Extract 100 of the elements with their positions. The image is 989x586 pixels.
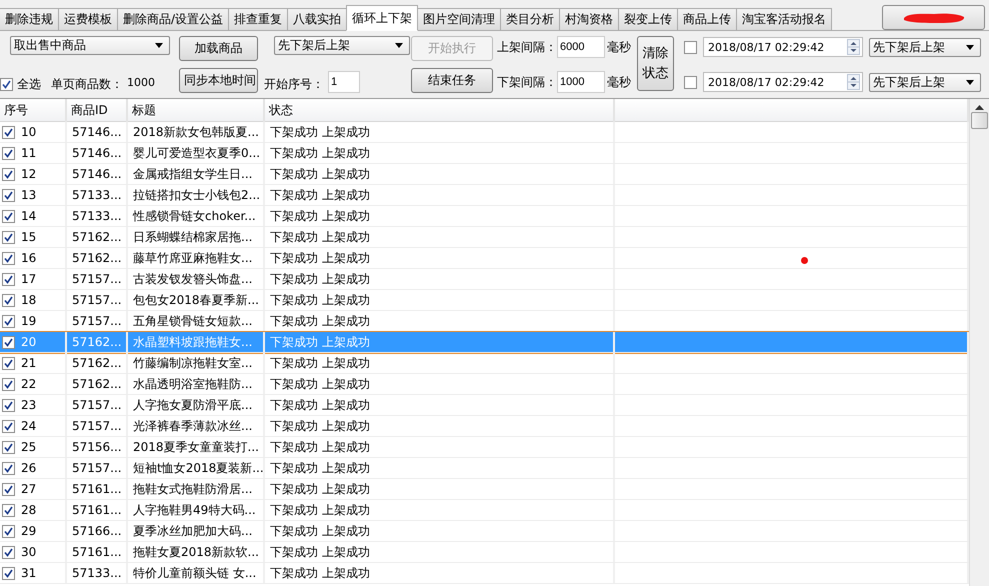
table-cell: 57133... bbox=[72, 188, 122, 202]
checkbox[interactable] bbox=[2, 566, 15, 580]
table-row[interactable]: 16 57162... 藤草竹席亚麻拖鞋女... 下架成功 上架成功 bbox=[0, 248, 969, 269]
table-cell: 拉链搭扣女士小钱包2... bbox=[133, 186, 260, 204]
table-row[interactable]: 23 57157... 人字拖女夏防滑平底... 下架成功 上架成功 bbox=[0, 395, 969, 416]
checkbox[interactable] bbox=[2, 356, 15, 370]
tab[interactable]: 裂变上传 bbox=[618, 8, 678, 30]
dropdown[interactable]: 先下架后上架 bbox=[869, 72, 981, 92]
field-label: 下架间隔： bbox=[497, 74, 557, 90]
tab[interactable]: 商品上传 bbox=[677, 8, 738, 30]
tab[interactable]: 八载实拍 bbox=[287, 8, 348, 30]
table-cell: 下架成功 上架成功 bbox=[270, 544, 370, 560]
checkbox[interactable] bbox=[2, 252, 15, 264]
scroll-thumb[interactable] bbox=[971, 112, 988, 129]
tab[interactable]: 循环上下架 bbox=[346, 5, 418, 31]
checkbox[interactable] bbox=[2, 440, 15, 454]
table-row[interactable]: 15 57162... 日系蝴蝶结棉家居拖... 下架成功 上架成功 bbox=[0, 227, 969, 248]
table-row[interactable]: 31 57133... 特价儿童前额头链 女... 下架成功 上架成功 bbox=[0, 563, 969, 584]
datetime-field[interactable]: 2018/08/17 02:29:42 bbox=[703, 72, 863, 92]
table-row[interactable]: 29 57166... 夏季冰丝加肥加大码... 下架成功 上架成功 bbox=[0, 521, 969, 542]
sync-time-button[interactable]: 同步本地时间 bbox=[179, 68, 258, 93]
tab[interactable]: 村淘资格 bbox=[559, 8, 620, 30]
interval-field[interactable]: 1000 bbox=[557, 71, 605, 93]
table-row[interactable]: 22 57162... 水晶透明浴室拖鞋防... 下架成功 上架成功 bbox=[0, 374, 969, 395]
checkbox[interactable] bbox=[2, 420, 15, 432]
checkbox[interactable] bbox=[2, 314, 15, 328]
stop-button[interactable]: 结束任务 bbox=[411, 68, 493, 93]
checkbox[interactable] bbox=[2, 188, 15, 202]
checkbox[interactable] bbox=[2, 336, 15, 348]
table-cell: 13 bbox=[21, 188, 36, 202]
table-row[interactable]: 10 57146... 2018新款女包韩版夏... 下架成功 上架成功 bbox=[0, 122, 969, 143]
checkbox[interactable] bbox=[2, 272, 15, 286]
table-cell: 57166... bbox=[72, 524, 122, 538]
table-cell: 17 bbox=[21, 272, 36, 286]
interval-field[interactable]: 6000 bbox=[557, 36, 605, 58]
table-cell: 婴儿可爱造型衣夏季0... bbox=[133, 144, 260, 162]
table-cell: 24 bbox=[21, 419, 36, 433]
tab[interactable]: 删除违规 bbox=[0, 8, 59, 30]
checkbox[interactable] bbox=[2, 482, 15, 496]
clear-status-button[interactable]: 清除状态 bbox=[637, 36, 674, 91]
table-row[interactable]: 18 57157... 包包女2018春夏季新... 下架成功 上架成功 bbox=[0, 290, 969, 311]
checkbox-label: 全选 bbox=[17, 76, 41, 93]
checkbox[interactable] bbox=[684, 76, 697, 88]
checkbox[interactable] bbox=[2, 504, 15, 516]
table-cell: 下架成功 上架成功 bbox=[270, 144, 370, 162]
checkbox[interactable] bbox=[2, 146, 15, 160]
checkbox[interactable] bbox=[2, 294, 15, 306]
table-cell: 下架成功 上架成功 bbox=[270, 564, 370, 582]
checkbox[interactable] bbox=[2, 378, 15, 390]
table-cell: 57162... bbox=[72, 377, 122, 391]
table-cell: 57146... bbox=[72, 146, 122, 160]
table-row[interactable]: 21 57162... 竹藤编制凉拖鞋女室... 下架成功 上架成功 bbox=[0, 353, 969, 374]
table-cell: 2018夏季女童童装打... bbox=[133, 438, 259, 456]
table-row[interactable]: 24 57157... 光泽裤春季薄款冰丝... 下架成功 上架成功 bbox=[0, 416, 969, 437]
column-header[interactable]: 标题 bbox=[128, 99, 265, 122]
table-cell: 30 bbox=[21, 545, 36, 559]
table-cell: 20 bbox=[21, 335, 36, 349]
table-row[interactable]: 25 57156... 2018夏季女童童装打... 下架成功 上架成功 bbox=[0, 437, 969, 458]
checkbox[interactable] bbox=[2, 230, 15, 244]
datetime-field[interactable]: 2018/08/17 02:29:42 bbox=[703, 37, 863, 57]
table-row[interactable]: 13 57133... 拉链搭扣女士小钱包2... 下架成功 上架成功 bbox=[0, 185, 969, 206]
table-cell: 下架成功 上架成功 bbox=[270, 522, 370, 540]
checkbox[interactable] bbox=[2, 524, 15, 538]
field-label: 开始序号： bbox=[264, 76, 324, 92]
column-header[interactable]: 商品ID bbox=[67, 99, 128, 122]
checkbox[interactable] bbox=[2, 546, 15, 558]
table-row[interactable]: 26 57157... 短袖t恤女2018夏装新... 下架成功 上架成功 bbox=[0, 458, 969, 479]
dropdown[interactable]: 先下架后上架 bbox=[274, 36, 410, 55]
tab[interactable]: 运费模板 bbox=[58, 8, 118, 30]
table-row[interactable]: 11 57146... 婴儿可爱造型衣夏季0... 下架成功 上架成功 bbox=[0, 143, 969, 164]
checkbox[interactable] bbox=[684, 40, 697, 54]
dropdown[interactable]: 取出售中商品 bbox=[10, 36, 170, 55]
table-cell: 人字拖女夏防滑平底... bbox=[133, 396, 252, 414]
dropdown[interactable]: 先下架后上架 bbox=[869, 38, 981, 56]
checkbox[interactable] bbox=[2, 210, 15, 222]
table-cell: 23 bbox=[21, 398, 36, 412]
table-row[interactable]: 14 57133... 性感锁骨链女choker... 下架成功 上架成功 bbox=[0, 206, 969, 227]
tab[interactable]: 排查重复 bbox=[228, 8, 288, 30]
checkbox[interactable] bbox=[2, 126, 15, 138]
column-header[interactable]: 序号 bbox=[0, 99, 67, 122]
table-row[interactable]: 27 57161... 拖鞋女式拖鞋防滑居... 下架成功 上架成功 bbox=[0, 479, 969, 500]
table-row[interactable]: 17 57157... 古装发钗发簪头饰盘... 下架成功 上架成功 bbox=[0, 269, 969, 290]
checkbox[interactable] bbox=[2, 168, 15, 180]
account-button[interactable] bbox=[882, 5, 985, 30]
checkbox[interactable] bbox=[2, 398, 15, 412]
table-cell: 下架成功 上架成功 bbox=[270, 228, 370, 246]
column-header[interactable]: 状态 bbox=[265, 99, 615, 122]
checkbox[interactable] bbox=[2, 462, 15, 474]
load-button[interactable]: 加载商品 bbox=[179, 36, 258, 61]
tab[interactable]: 类目分析 bbox=[500, 8, 560, 30]
tab[interactable]: 图片空间清理 bbox=[417, 8, 502, 30]
scrollbar[interactable] bbox=[969, 99, 989, 586]
table-cell: 夏季冰丝加肥加大码... bbox=[133, 522, 252, 540]
table-row[interactable]: 28 57161... 人字拖鞋男49特大码... 下架成功 上架成功 bbox=[0, 500, 969, 521]
tab[interactable]: 删除商品/设置公益 bbox=[117, 8, 230, 30]
table-row[interactable]: 30 57161... 拖鞋女夏2018新款软... 下架成功 上架成功 bbox=[0, 542, 969, 563]
table-row[interactable]: 12 57146... 金属戒指组女学生日... 下架成功 上架成功 bbox=[0, 164, 969, 185]
checkbox[interactable] bbox=[0, 78, 13, 91]
start-index-field[interactable]: 1 bbox=[328, 71, 360, 93]
tab[interactable]: 淘宝客活动报名 bbox=[736, 8, 832, 30]
